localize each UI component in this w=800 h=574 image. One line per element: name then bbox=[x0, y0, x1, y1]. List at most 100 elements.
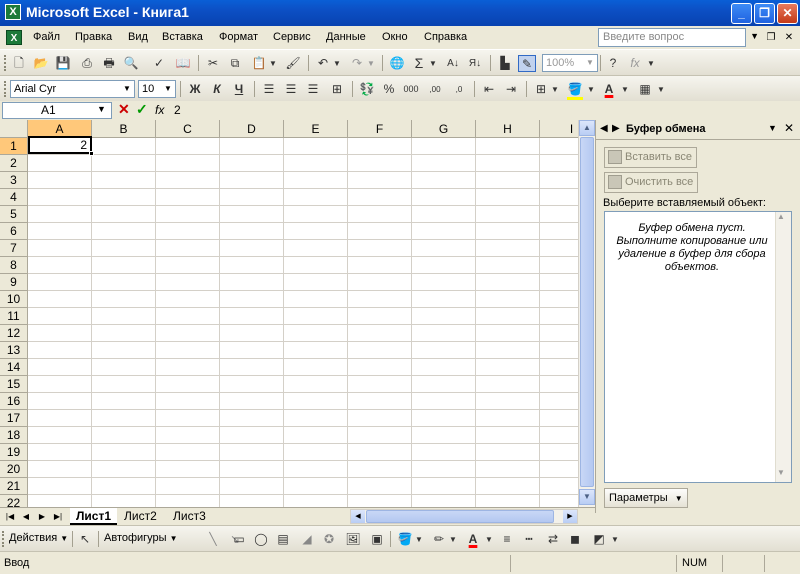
cancel-icon[interactable]: ✕ bbox=[118, 101, 130, 118]
font-color-dropdown-icon[interactable]: ▼ bbox=[620, 81, 630, 98]
workbook-icon[interactable]: X bbox=[6, 30, 22, 45]
column-header[interactable]: D bbox=[220, 120, 284, 138]
print-preview-icon[interactable]: 🔍 bbox=[122, 55, 140, 72]
sheet-tab-2[interactable]: Лист2 bbox=[118, 508, 163, 525]
decrease-indent-icon[interactable]: ⇤ bbox=[480, 81, 498, 98]
menu-data[interactable]: Данные bbox=[326, 31, 366, 43]
column-header[interactable]: E bbox=[284, 120, 348, 138]
horizontal-scrollbar[interactable]: ◀ ▶ bbox=[350, 509, 578, 524]
undo-icon[interactable]: ↶ bbox=[314, 55, 332, 72]
row-header[interactable]: 16 bbox=[0, 393, 28, 410]
chevron-down-icon[interactable]: ▼ bbox=[162, 82, 174, 96]
menu-format[interactable]: Формат bbox=[219, 31, 258, 43]
row-header[interactable]: 4 bbox=[0, 189, 28, 206]
decrease-decimal-icon[interactable]: ,0 bbox=[450, 81, 468, 98]
sort-asc-icon[interactable]: A↓ bbox=[444, 55, 462, 72]
font-select[interactable]: Arial Cyr ▼ bbox=[10, 80, 135, 98]
active-cell[interactable]: 2 bbox=[28, 136, 92, 154]
chevron-down-icon[interactable]: ▼ bbox=[584, 56, 596, 70]
line-icon[interactable]: ╲ bbox=[204, 531, 222, 548]
line-color-icon[interactable]: ✏ bbox=[430, 531, 448, 548]
row-header[interactable]: 11 bbox=[0, 308, 28, 325]
align-left-icon[interactable]: ☰ bbox=[260, 81, 278, 98]
restore-button[interactable]: ❐ bbox=[754, 3, 775, 24]
formula-input[interactable]: 2 bbox=[174, 103, 181, 117]
chart-wizard-icon[interactable]: ▙ bbox=[496, 55, 514, 72]
row-header[interactable]: 1 bbox=[0, 138, 28, 155]
clipart-icon[interactable]: 🖼 bbox=[344, 531, 362, 548]
diagram-icon[interactable]: ✪ bbox=[320, 531, 338, 548]
row-header[interactable]: 6 bbox=[0, 223, 28, 240]
task-pane-menu-icon[interactable]: ▼ bbox=[768, 123, 777, 133]
function-icon[interactable]: fx bbox=[626, 55, 644, 72]
toolbar-options-icon[interactable]: ▼ bbox=[610, 531, 620, 548]
column-header[interactable]: I bbox=[540, 120, 578, 138]
chevron-down-icon[interactable]: ▼ bbox=[448, 531, 458, 548]
menu-tools[interactable]: Сервис bbox=[273, 31, 311, 43]
vertical-scrollbar[interactable]: ▲ ▼ bbox=[578, 120, 595, 507]
draw-fill-color-icon[interactable]: 🪣 bbox=[396, 531, 414, 548]
borders-dropdown-icon[interactable]: ▼ bbox=[550, 81, 560, 98]
chevron-down-icon[interactable]: ▼ bbox=[121, 82, 133, 96]
wordart-icon[interactable]: ◢ bbox=[298, 531, 316, 548]
align-center-icon[interactable]: ☰ bbox=[282, 81, 300, 98]
doc-restore-icon[interactable]: ❐ bbox=[764, 31, 778, 45]
column-header[interactable]: C bbox=[156, 120, 220, 138]
redo-dropdown-icon[interactable]: ▼ bbox=[366, 55, 376, 72]
toolbar-grip[interactable] bbox=[4, 55, 7, 71]
close-button[interactable]: ✕ bbox=[777, 3, 798, 24]
chevron-down-icon[interactable]: ▼ bbox=[414, 531, 424, 548]
increase-indent-icon[interactable]: ⇥ bbox=[502, 81, 520, 98]
borders-icon[interactable]: ⊞ bbox=[532, 81, 550, 98]
prev-sheet-icon[interactable]: ◀ bbox=[20, 510, 32, 523]
row-header[interactable]: 13 bbox=[0, 342, 28, 359]
row-header[interactable]: 15 bbox=[0, 376, 28, 393]
toolbar-grip[interactable] bbox=[2, 531, 5, 547]
fill-color-dropdown-icon[interactable]: ▼ bbox=[586, 81, 596, 98]
row-header[interactable]: 20 bbox=[0, 461, 28, 478]
column-header[interactable]: G bbox=[412, 120, 476, 138]
row-header[interactable]: 10 bbox=[0, 291, 28, 308]
dash-style-icon[interactable]: ┅ bbox=[520, 531, 538, 548]
hscroll-thumb[interactable] bbox=[366, 510, 554, 523]
research-icon[interactable]: 📖 bbox=[174, 55, 192, 72]
column-header[interactable]: B bbox=[92, 120, 156, 138]
clipboard-items-list[interactable]: Буфер обмена пуст. Выполните копирование… bbox=[604, 211, 792, 483]
scroll-down-icon[interactable]: ▼ bbox=[579, 489, 595, 505]
hyperlink-icon[interactable]: 🌐 bbox=[388, 55, 406, 72]
scroll-up-icon[interactable]: ▲ bbox=[579, 120, 595, 136]
options-button[interactable]: Параметры ▼ bbox=[604, 488, 688, 508]
spelling-icon[interactable]: ✓ bbox=[150, 55, 168, 72]
insert-function-icon[interactable]: fx bbox=[155, 103, 164, 117]
oval-icon[interactable]: ◯ bbox=[252, 531, 270, 548]
redo-icon[interactable]: ↷ bbox=[348, 55, 366, 72]
fill-handle[interactable] bbox=[89, 151, 94, 156]
first-sheet-icon[interactable]: |◀ bbox=[4, 510, 16, 523]
help-icon[interactable]: ? bbox=[604, 55, 622, 72]
chevron-down-icon[interactable]: ▼ bbox=[484, 531, 494, 548]
clear-all-button[interactable]: Очистить все bbox=[604, 172, 699, 193]
textbox-icon[interactable]: ▤ bbox=[274, 531, 292, 548]
copy-icon[interactable]: ⧉ bbox=[226, 55, 244, 72]
scroll-thumb[interactable] bbox=[580, 137, 594, 487]
name-box[interactable]: A1 bbox=[2, 102, 112, 119]
paste-dropdown-icon[interactable]: ▼ bbox=[268, 55, 278, 72]
shadow-icon[interactable]: ◼ bbox=[566, 531, 584, 548]
font-color-icon[interactable]: A bbox=[600, 81, 618, 98]
undo-dropdown-icon[interactable]: ▼ bbox=[332, 55, 342, 72]
permission-icon[interactable]: ⎙ bbox=[78, 55, 96, 72]
autosum-dropdown-icon[interactable]: ▼ bbox=[428, 55, 438, 72]
next-sheet-icon[interactable]: ▶ bbox=[36, 510, 48, 523]
increase-decimal-icon[interactable]: ,00 bbox=[426, 81, 444, 98]
row-header[interactable]: 22 bbox=[0, 495, 28, 507]
scroll-up-icon[interactable]: ▲ bbox=[777, 212, 785, 221]
menu-edit[interactable]: Правка bbox=[75, 31, 112, 43]
menu-help[interactable]: Справка bbox=[424, 31, 467, 43]
row-header[interactable]: 21 bbox=[0, 478, 28, 495]
merge-center-icon[interactable]: ⊞ bbox=[328, 81, 346, 98]
sort-desc-icon[interactable]: Я↓ bbox=[466, 55, 484, 72]
drawing-icon[interactable]: ✎ bbox=[518, 55, 536, 72]
column-header[interactable]: H bbox=[476, 120, 540, 138]
menu-window[interactable]: Окно bbox=[382, 31, 408, 43]
menu-insert[interactable]: Вставка bbox=[162, 31, 203, 43]
